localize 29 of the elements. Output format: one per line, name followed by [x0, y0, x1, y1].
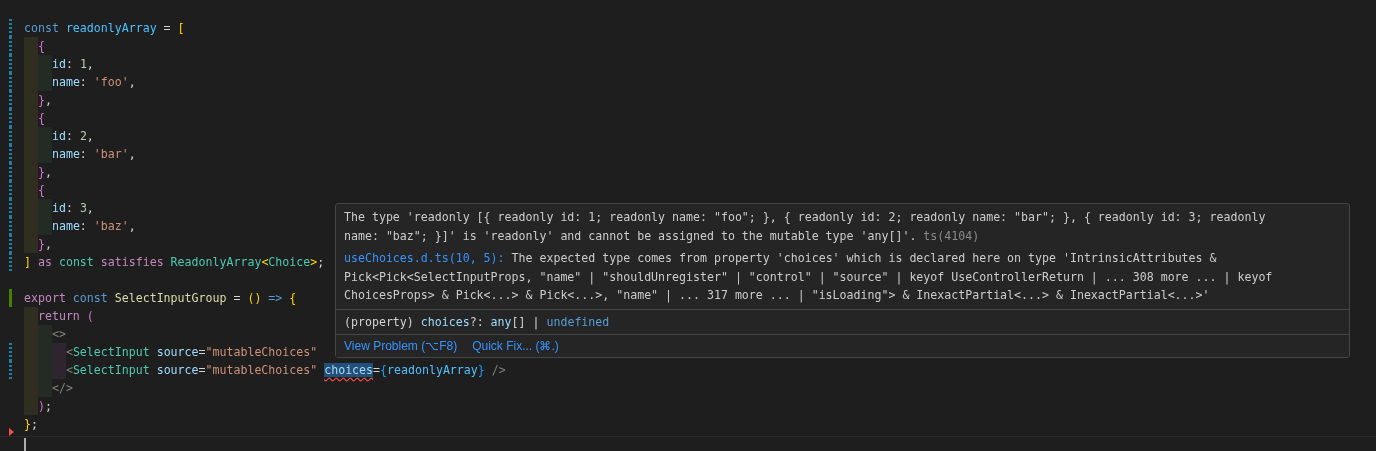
error-message: The type 'readonly [{ readonly id: 1; readonly name: "foo"; }, { readonly id: 2; readonly name: "bar"; }, { readonly id: 3; readonly name: "baz"; }]' is 'readonly' and cannot be assigned to the mutable type 'any[]'. ts(4104)	[344, 209, 1267, 245]
code-line: id: 2,	[24, 127, 94, 145]
action-link[interactable]: Quick Fix... (⌘.)	[472, 339, 559, 353]
code-line: id: 1,	[24, 55, 94, 73]
code-line: name: 'foo',	[24, 73, 136, 91]
code-line: id: 3,	[24, 199, 94, 217]
code-line: const readonlyArray = [	[24, 20, 185, 37]
code-line: ] as const satisfies ReadonlyArray<Choice>;	[24, 254, 325, 271]
code-line: {	[24, 37, 45, 55]
code-line: <SelectInput source="mutableChoices"	[24, 343, 318, 361]
code-line: <>	[24, 325, 66, 343]
code-line: {	[24, 109, 45, 127]
code-line: export const SelectInputGroup = () => {	[24, 290, 297, 307]
related-information: useChoices.d.ts(10, 5): The expected type comes from property 'choices' which is declared here on type 'IntrinsicAttributes & Pick<Pick<SelectInputProps, "name" | "shouldUnregister" | "control" | "source" | keyof UseControllerReturn | ... 308 more ... | keyof ChoicesProps> & Pick<...> & Pick<...>, "name" | ... 317 more ... | "isLoading"> & InexactPartial<...> & InexactPartial<...>'	[344, 250, 1274, 305]
code-line: );	[24, 397, 52, 415]
action-link[interactable]: View Problem (⌥F8)	[344, 339, 458, 353]
code-line: name: 'baz',	[24, 217, 136, 235]
change-marker	[9, 428, 14, 436]
code-line: },	[24, 163, 52, 181]
change-marker	[9, 289, 12, 307]
code-line: name: 'bar',	[24, 145, 136, 163]
code-line: },	[24, 91, 52, 109]
code-line: return (	[24, 307, 94, 325]
code-line: </>	[24, 379, 73, 397]
code-line: },	[24, 235, 52, 253]
file-link[interactable]: useChoices.d.ts(10, 5):	[344, 251, 505, 265]
property-signature: (property) choices?: any[] | undefined	[344, 313, 611, 331]
code-line: };	[24, 416, 38, 433]
code-line: {	[24, 181, 45, 199]
